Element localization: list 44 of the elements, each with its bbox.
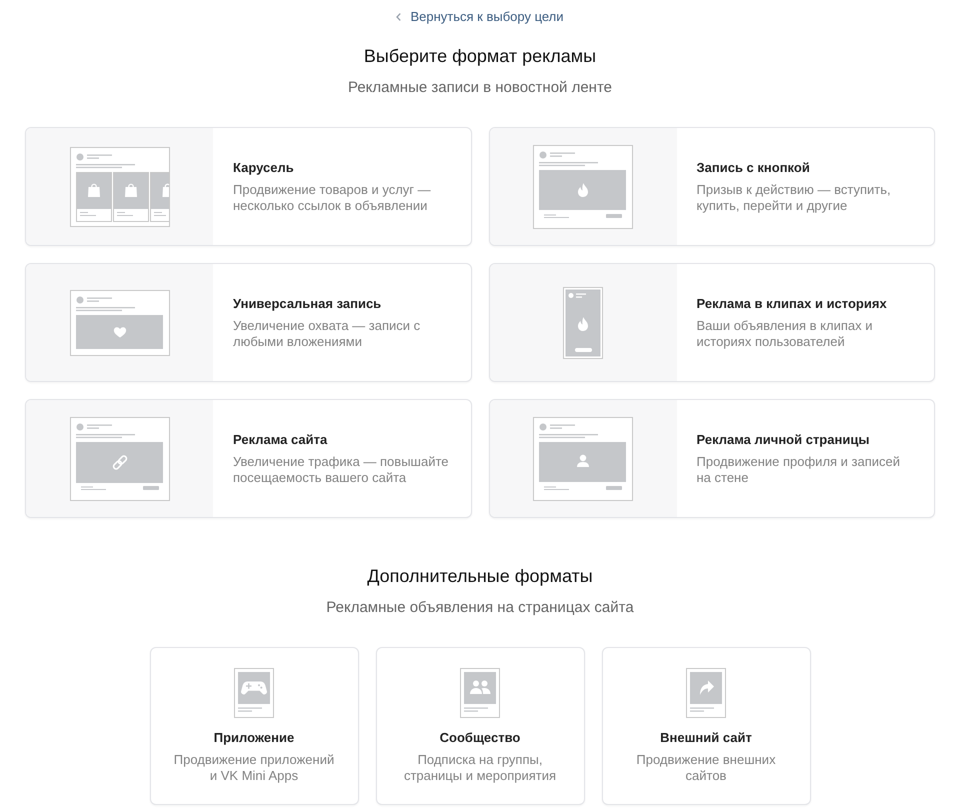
section-title: Дополнительные форматы (366, 565, 594, 588)
format-description: Продвижение внешних сайтов (636, 752, 776, 784)
format-description: Призыв к действию — вступить, купить, перейти и другие (696, 182, 891, 214)
format-card[interactable]: Сообщество Подписка на группы, страницы и мероприятия (376, 647, 584, 805)
format-title: Внешний сайт (660, 729, 752, 747)
format-title: Запись с кнопкой (696, 159, 811, 177)
heart-icon (113, 326, 126, 337)
format-card[interactable]: Реклама личной страницы Продвижение профиля и записей на стене (488, 399, 935, 518)
format-title: Реклама в клипах и историях (696, 295, 887, 313)
format-title: Приложение (214, 729, 294, 747)
format-title: Реклама сайта (233, 431, 328, 449)
format-title: Карусель (233, 159, 295, 177)
format-card[interactable]: Универсальная запись Увеличение охвата — записи с любыми вложениями (25, 263, 472, 382)
format-description: Увеличение охвата — записи с любыми вложениями (233, 318, 420, 350)
link-icon (111, 454, 128, 470)
flame-icon (578, 316, 588, 330)
bag-icon (124, 183, 136, 196)
bag-icon (162, 183, 169, 196)
gamepad-icon (241, 682, 267, 694)
format-title: Реклама личной страницы (696, 431, 870, 449)
section-subtitle: Рекламные объявления на страницах сайта (325, 598, 635, 618)
person-icon (577, 454, 589, 466)
format-card[interactable]: Карусель Продвижение товаров и услуг — несколько ссылок в объявлении (25, 127, 472, 246)
format-description: Продвижение товаров и услуг — несколько ссылок в объявлении (233, 182, 431, 214)
format-description: Подписка на группы, страницы и мероприятия (404, 752, 556, 784)
flame-icon (578, 182, 588, 196)
back-link[interactable]: Вернуться к выбору цели (396, 8, 564, 25)
format-card[interactable]: Реклама сайта Увеличение трафика — повышайте посещаемость вашего сайта (25, 399, 472, 518)
page-subtitle: Рекламные записи в новостной ленте (346, 78, 614, 98)
format-description: Продвижение приложений и VK Mini Apps (174, 752, 334, 784)
format-title: Сообщество (440, 729, 520, 747)
format-description: Ваши объявления в клипах и историях пользователей (696, 318, 874, 350)
page-title: Выберите формат рекламы (362, 45, 598, 68)
format-title: Универсальная запись (233, 295, 382, 313)
format-card[interactable]: Реклама в клипах и историях Ваши объявления в клипах и историях пользователей (488, 263, 935, 382)
format-description: Продвижение профиля и записей на стене (696, 454, 900, 486)
bag-icon (88, 183, 100, 196)
format-card[interactable]: Внешний сайт Продвижение внешних сайтов (602, 647, 810, 805)
format-description: Увеличение трафика — повышайте посещаемость вашего сайта (233, 454, 448, 486)
arrow-icon (700, 680, 714, 695)
format-card[interactable]: Приложение Продвижение приложений и VK Mini Apps (150, 647, 358, 805)
people-icon (470, 680, 490, 694)
chevron-left-icon (396, 12, 402, 20)
format-card[interactable]: Запись с кнопкой Призыв к действию — вступить, купить, перейти и другие (488, 127, 935, 246)
